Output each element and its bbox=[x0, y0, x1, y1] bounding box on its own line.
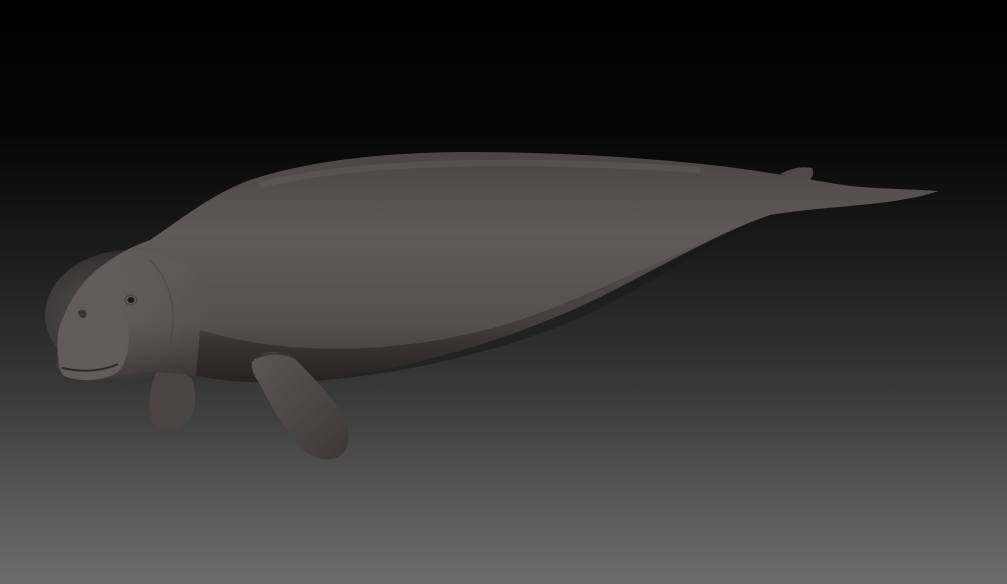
dugong-eye bbox=[127, 297, 135, 303]
render-viewport bbox=[0, 0, 1007, 584]
dugong-render bbox=[45, 152, 939, 460]
